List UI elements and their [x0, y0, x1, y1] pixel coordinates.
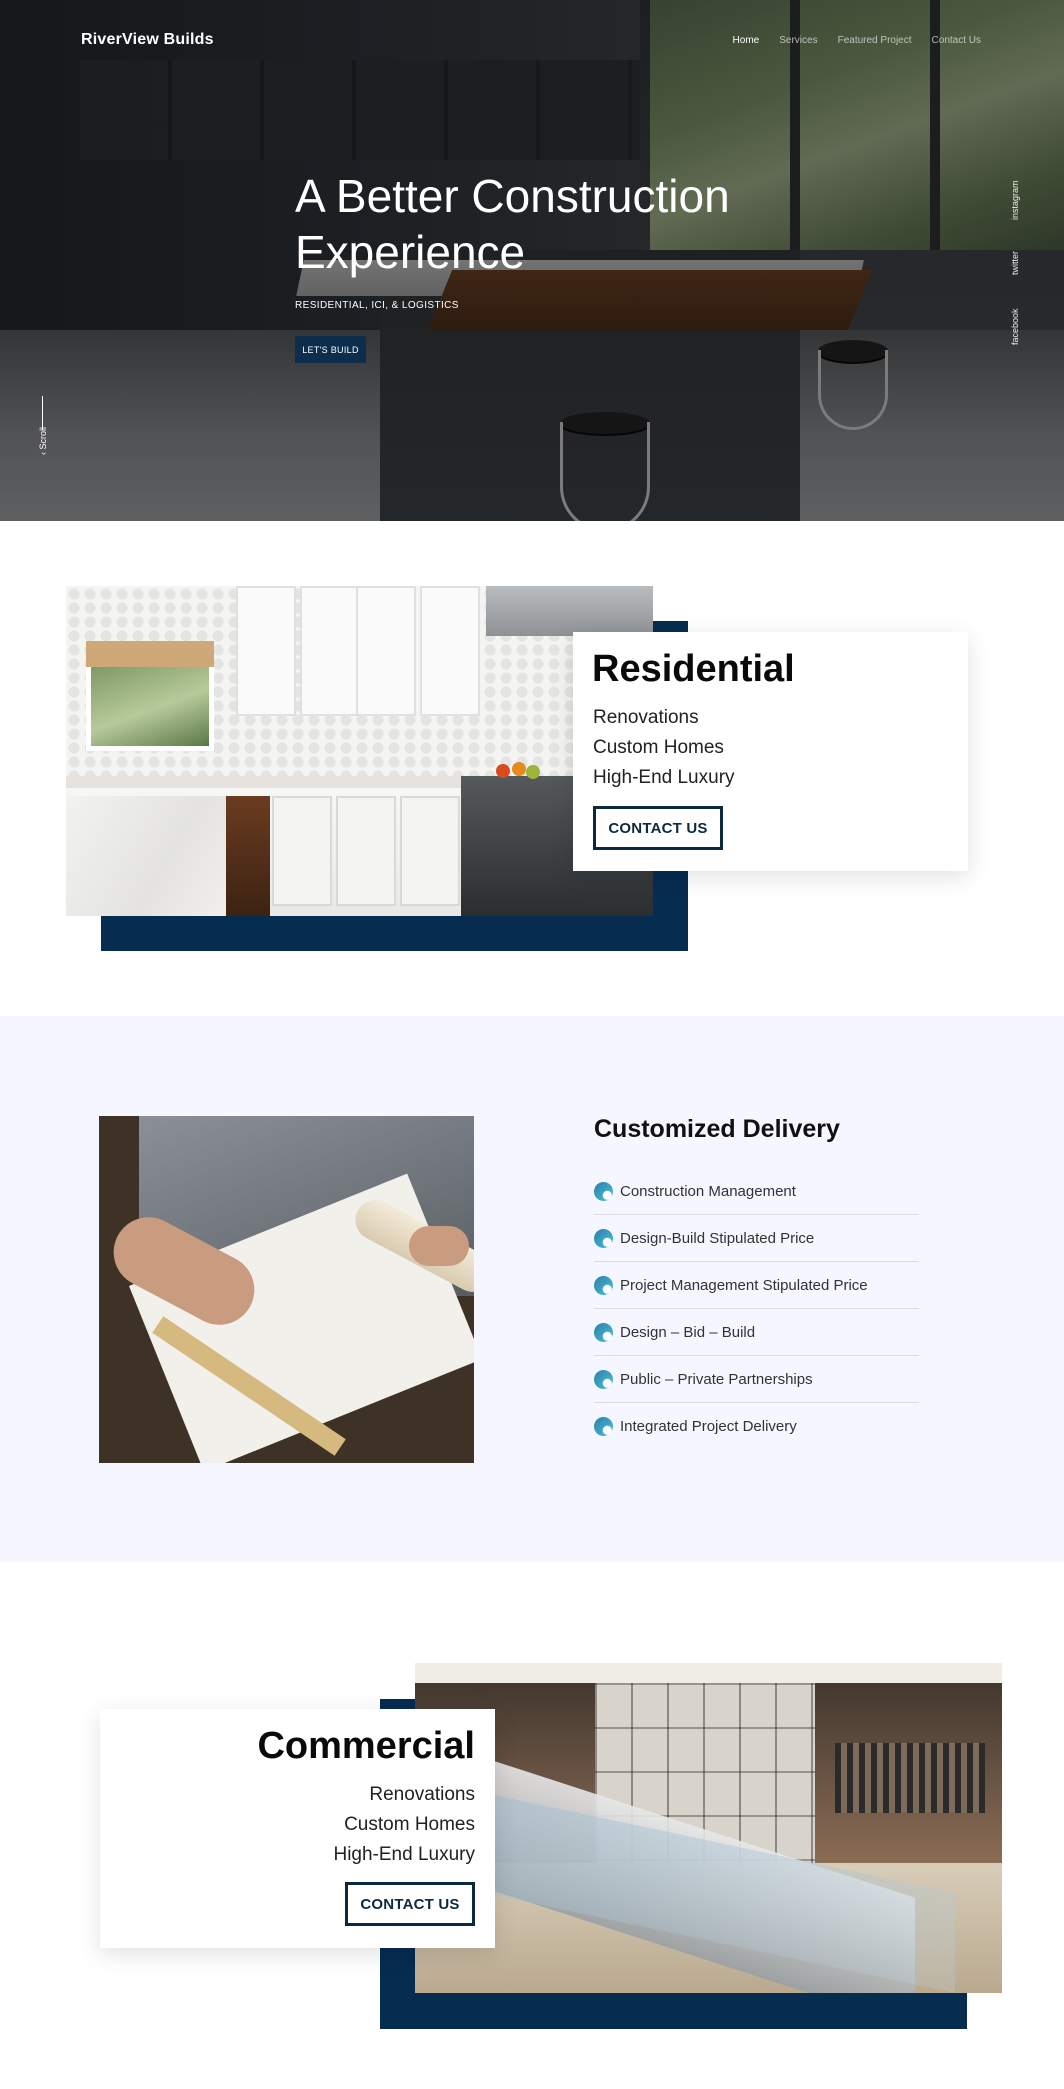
list-item-label: Integrated Project Delivery: [620, 1418, 797, 1435]
wave-icon: [594, 1322, 613, 1342]
wave-icon: [594, 1417, 613, 1436]
photo-drawer: [400, 796, 460, 906]
list-item: Design – Bid – Build: [594, 1309, 919, 1356]
social-twitter[interactable]: twitter: [1010, 251, 1020, 275]
residential-title: Residential: [592, 648, 795, 690]
photo-upper-cabinet: [420, 586, 480, 716]
list-item: Public – Private Partnerships: [594, 1356, 919, 1403]
photo-fruit: [526, 765, 540, 779]
residential-item: High-End Luxury: [593, 767, 735, 788]
wave-icon: [594, 1369, 613, 1389]
hero-title-line1: A Better Construction: [295, 170, 730, 222]
photo-drawer: [336, 796, 396, 906]
list-item-label: Public – Private Partnerships: [620, 1370, 813, 1388]
photo-clothing-rack: [835, 1743, 985, 1813]
delivery-photo: [99, 1116, 474, 1463]
commercial-item: Renovations: [369, 1784, 475, 1805]
photo-upper-cabinet: [236, 586, 296, 716]
wave-icon: [594, 1181, 613, 1201]
hero-section: RiverView Builds Home Services Featured …: [0, 0, 1064, 521]
commercial-item: Custom Homes: [344, 1814, 475, 1835]
commercial-contact-button[interactable]: CONTACT US: [345, 1882, 475, 1926]
photo-fruit: [512, 762, 526, 776]
photo-upper-cabinet: [300, 586, 360, 716]
photo-fruit: [496, 764, 510, 778]
hero-title-line2: Experience: [295, 226, 526, 278]
list-item: Project Management Stipulated Price: [594, 1262, 919, 1309]
commercial-services: Renovations Custom Homes High-End Luxury: [333, 1780, 475, 1870]
photo-ceiling: [415, 1663, 1002, 1683]
wave-icon: [594, 1275, 613, 1295]
social-links: instagram twitter facebook: [1010, 175, 1030, 355]
commercial-title: Commercial: [257, 1725, 475, 1767]
list-item: Construction Management: [594, 1168, 919, 1215]
delivery-list: Construction Management Design-Build Sti…: [594, 1168, 919, 1450]
photo-drawer: [272, 796, 332, 906]
list-item-label: Design – Bid – Build: [620, 1323, 756, 1341]
photo-blind: [86, 641, 214, 667]
list-item: Integrated Project Delivery: [594, 1403, 919, 1450]
residential-card: Residential Renovations Custom Homes Hig…: [573, 632, 968, 871]
residential-photo: [66, 586, 653, 916]
nav-services[interactable]: Services: [779, 35, 817, 46]
social-facebook[interactable]: facebook: [1010, 308, 1020, 345]
residential-services: Renovations Custom Homes High-End Luxury: [593, 703, 735, 793]
hero-title: A Better Construction Experience: [295, 168, 815, 280]
list-item-label: Design-Build Stipulated Price: [620, 1229, 815, 1247]
scroll-label: Scroll: [38, 426, 48, 450]
hero-subtitle: RESIDENTIAL, ICI, & LOGISTICS: [295, 300, 459, 311]
commercial-item: High-End Luxury: [333, 1844, 475, 1865]
photo-upper-cabinet: [356, 586, 416, 716]
photo-oven: [226, 796, 270, 916]
residential-item: Custom Homes: [593, 737, 724, 758]
wave-icon: [594, 1228, 613, 1248]
list-item-label: Project Management Stipulated Price: [620, 1276, 868, 1294]
scroll-indicator[interactable]: ‹ Scroll: [38, 427, 48, 455]
photo-marble-island: [66, 796, 226, 916]
photo-range-hood: [486, 586, 653, 636]
residential-contact-button[interactable]: CONTACT US: [593, 806, 723, 850]
commercial-card: Commercial Renovations Custom Homes High…: [100, 1709, 495, 1948]
delivery-title: Customized Delivery: [594, 1115, 840, 1143]
social-instagram[interactable]: instagram: [1010, 180, 1020, 220]
nav-featured-project[interactable]: Featured Project: [838, 35, 912, 46]
scroll-line: [42, 396, 43, 430]
nav-contact-us[interactable]: Contact Us: [932, 35, 981, 46]
lets-build-button[interactable]: LET'S BUILD: [295, 336, 366, 363]
residential-item: Renovations: [593, 707, 699, 728]
brand-logo[interactable]: RiverView Builds: [81, 31, 214, 49]
list-item: Design-Build Stipulated Price: [594, 1215, 919, 1262]
commercial-photo: [415, 1663, 1002, 1993]
list-item-label: Construction Management: [620, 1182, 796, 1200]
nav-home[interactable]: Home: [733, 35, 760, 46]
main-nav: Home Services Featured Project Contact U…: [733, 35, 981, 46]
photo-hand: [409, 1226, 469, 1266]
